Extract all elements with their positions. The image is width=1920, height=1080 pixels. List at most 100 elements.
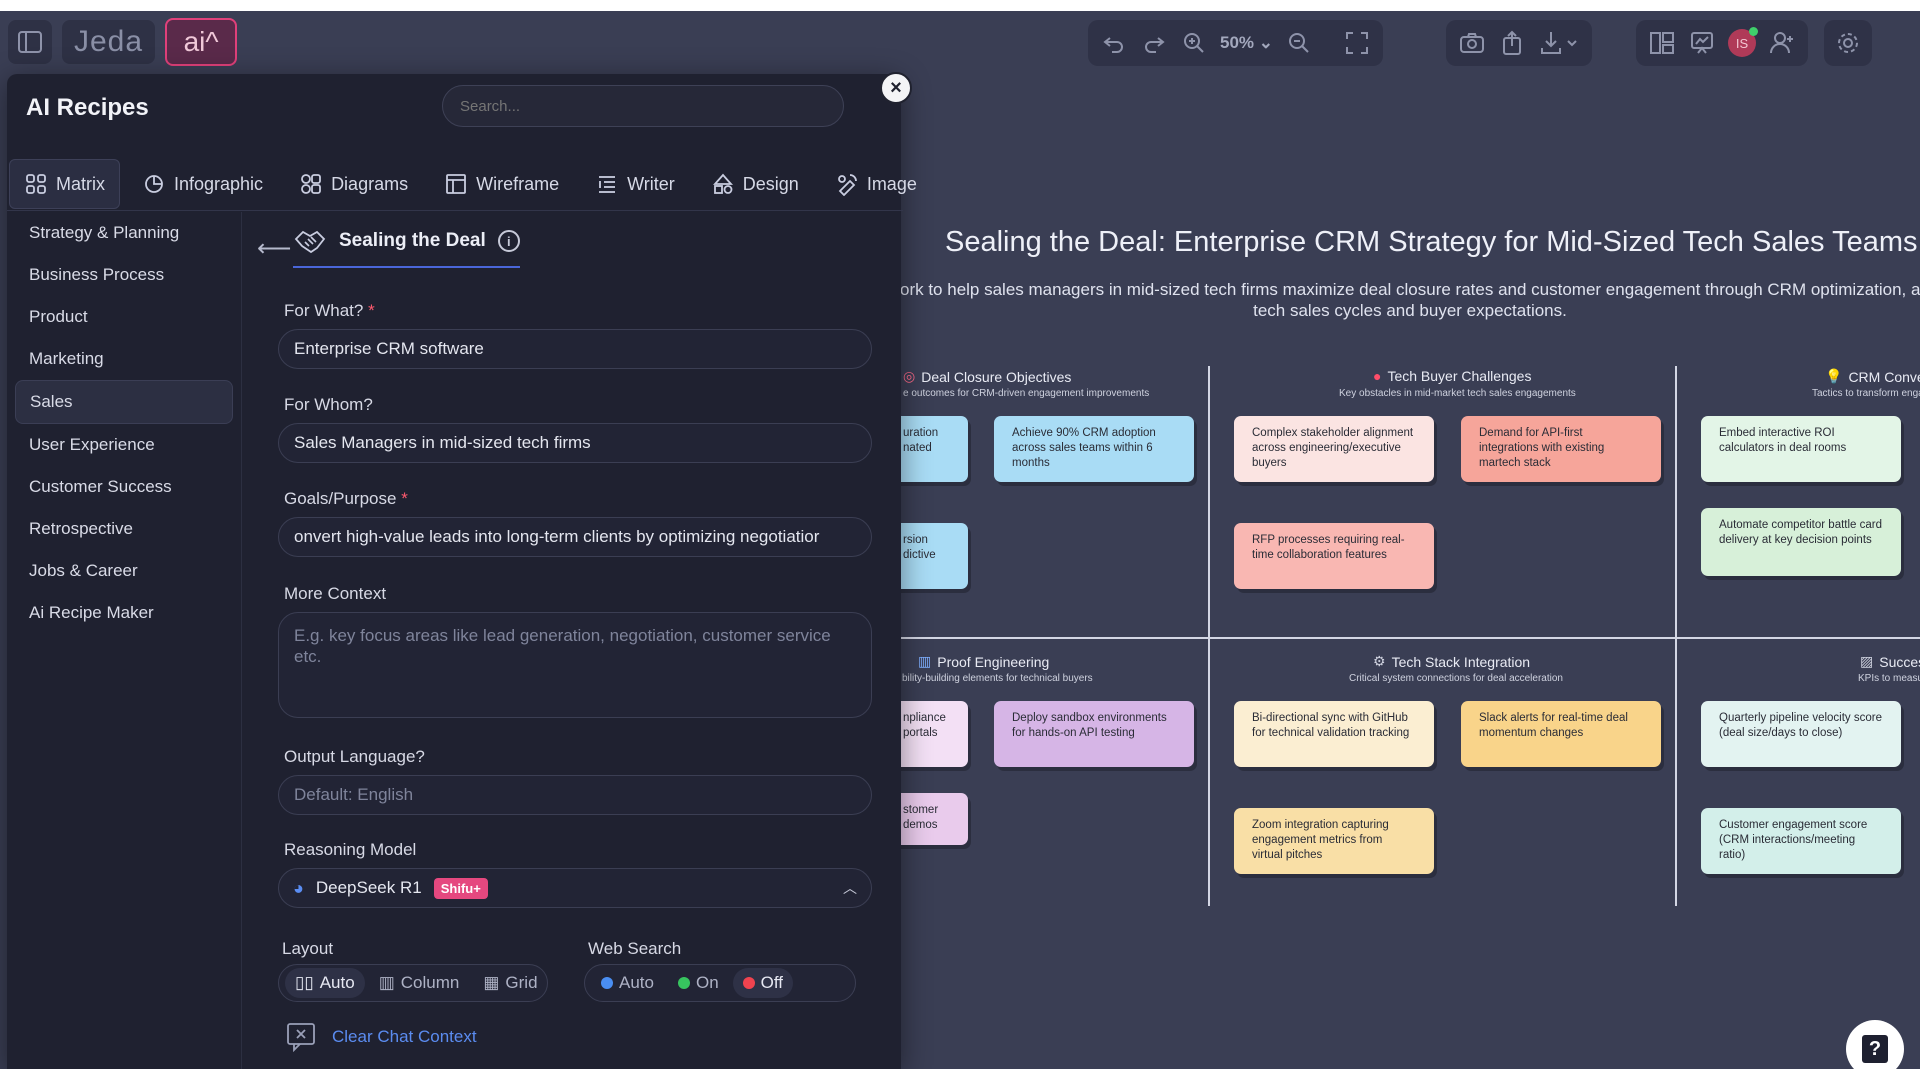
more-context-textarea[interactable]: E.g. key focus areas like lead generatio… [278, 612, 872, 718]
share-icon [1503, 30, 1521, 55]
help-button[interactable]: ? [1846, 1020, 1904, 1069]
matrix-divider-vertical-1 [1208, 366, 1210, 906]
required-asterisk: * [368, 301, 375, 320]
category-product[interactable]: Product [15, 296, 233, 338]
redo-button[interactable] [1136, 25, 1172, 61]
help-icon: ? [1862, 1035, 1888, 1063]
zoom-out-button[interactable] [1281, 25, 1317, 61]
web-search-label: Web Search [588, 939, 682, 958]
ai-menu-button[interactable]: ai^ [165, 18, 238, 66]
layout-auto-option[interactable]: ▯▯ Auto [285, 968, 365, 998]
design-icon [712, 173, 733, 194]
matrix-icon [26, 174, 46, 194]
zoom-in-icon [1184, 33, 1204, 53]
app-logo[interactable]: Jeda [62, 20, 156, 64]
add-user-icon [1770, 32, 1793, 54]
for-whom-input[interactable]: Sales Managers in mid-sized tech firms [278, 423, 872, 463]
layout-column-option[interactable]: ▥ Column [369, 968, 470, 998]
layout-grid-option[interactable]: ▦ Grid [473, 968, 547, 998]
ai-menu-label: ai^ [183, 26, 219, 57]
matrix-divider-vertical-2 [1675, 366, 1677, 906]
category-sidebar: Strategy & Planning Business Process Pro… [7, 212, 241, 634]
sticky-note[interactable]: Achieve 90% CRM adoption across sales te… [994, 416, 1194, 482]
sticky-note[interactable]: Customer engagement score (CRM interacti… [1701, 808, 1901, 874]
category-user-experience[interactable]: User Experience [15, 424, 233, 466]
section-title-buyer-challenges: ● Tech Buyer Challenges [1373, 368, 1532, 384]
app-window: Jeda ai^ 50% ⌄ IS Sealing the Deal: Ente… [0, 11, 1920, 1069]
share-button[interactable] [1494, 25, 1530, 61]
goals-input[interactable]: onvert high-value leads into long-term c… [278, 517, 872, 557]
web-search-auto-option[interactable]: Auto [591, 968, 664, 998]
sticky-note[interactable]: Bi-directional sync with GitHub for tech… [1234, 701, 1434, 767]
zoom-level-dropdown[interactable]: 50% ⌄ [1216, 33, 1277, 53]
sticky-note[interactable]: Embed interactive ROI calculators in dea… [1701, 416, 1901, 482]
undo-icon [1103, 37, 1123, 53]
recipe-search-input[interactable] [442, 85, 844, 127]
web-search-off-option[interactable]: Off [732, 968, 794, 998]
canvas-subtitle-line-2: tech sales cycles and buyer expectations… [1253, 301, 1567, 320]
more-context-label: More Context [284, 584, 387, 603]
undo-button[interactable] [1096, 25, 1132, 61]
close-panel-button[interactable]: × [880, 72, 912, 104]
clear-chat-context-button[interactable]: Clear Chat Context [286, 1022, 477, 1052]
sticky-note[interactable]: Complex stakeholder alignment across eng… [1234, 416, 1434, 482]
sticky-note[interactable]: Zoom integration capturing engagement me… [1234, 808, 1434, 874]
category-business-process[interactable]: Business Process [15, 254, 233, 296]
sticky-note[interactable]: Quarterly pipeline velocity score (deal … [1701, 701, 1901, 767]
category-sales[interactable]: Sales [15, 380, 233, 424]
canvas-subtitle-line-1: ork to help sales managers in mid-sized … [900, 280, 1920, 299]
clear-chat-label: Clear Chat Context [332, 1027, 477, 1046]
section-subtitle-proof-engineering: bility-building elements for technical b… [902, 673, 1093, 684]
sticky-note[interactable]: Deploy sandbox environments for hands-on… [994, 701, 1194, 767]
camera-icon [1460, 33, 1484, 53]
output-language-input[interactable]: Default: English [278, 775, 872, 815]
diagrams-icon [301, 174, 321, 194]
model-badge: Shifu+ [433, 877, 488, 899]
tab-matrix[interactable]: Matrix [9, 159, 120, 209]
tab-writer[interactable]: Writer [581, 160, 689, 208]
writer-icon [599, 176, 616, 193]
tab-infographic[interactable]: Infographic [128, 160, 277, 208]
sticky-note[interactable]: Demand for API-first integrations with e… [1461, 416, 1661, 482]
tab-label: Wireframe [476, 173, 560, 194]
info-icon[interactable]: i [497, 230, 520, 252]
category-marketing[interactable]: Marketing [15, 338, 233, 380]
tab-wireframe[interactable]: Wireframe [430, 160, 573, 208]
reasoning-model-select[interactable]: ◕ DeepSeek R1 Shifu+ ︿ [278, 868, 872, 908]
presentation-icon [1691, 32, 1713, 54]
for-what-input[interactable]: Enterprise CRM software [278, 329, 872, 369]
canvas-subtitle: ork to help sales managers in mid-sized … [900, 279, 1920, 321]
add-user-button[interactable] [1764, 25, 1800, 61]
sticky-note[interactable]: Automate competitor battle card delivery… [1701, 508, 1901, 576]
layout-panel-button[interactable] [1644, 25, 1680, 61]
tab-design[interactable]: Design [697, 160, 813, 208]
back-button[interactable]: ⟵ [257, 234, 291, 263]
category-retrospective[interactable]: Retrospective [15, 508, 233, 550]
lightbulb-icon: 💡 [1825, 368, 1843, 384]
web-search-selector: Auto On Off [584, 964, 856, 1002]
category-jobs-career[interactable]: Jobs & Career [15, 550, 233, 592]
web-search-on-option[interactable]: On [668, 968, 729, 998]
user-avatar[interactable]: IS [1724, 25, 1760, 61]
category-strategy-planning[interactable]: Strategy & Planning [15, 212, 233, 254]
ai-recipes-panel: AI Recipes × Matrix Infographic Diagrams… [7, 72, 917, 1069]
section-title-tech-stack: ⚙ Tech Stack Integration [1373, 653, 1531, 670]
category-customer-success[interactable]: Customer Success [15, 466, 233, 508]
sidebar-toggle-button[interactable] [8, 20, 52, 64]
red-dot-icon [742, 977, 755, 989]
download-icon [1541, 32, 1577, 54]
fit-screen-button[interactable] [1339, 25, 1375, 61]
tab-image[interactable]: Image [821, 160, 931, 208]
category-ai-recipe-maker[interactable]: Ai Recipe Maker [15, 592, 233, 634]
tab-diagrams[interactable]: Diagrams [285, 160, 422, 208]
sticky-note[interactable]: Slack alerts for real-time deal momentum… [1461, 701, 1661, 767]
zoom-in-button[interactable] [1176, 25, 1212, 61]
sticky-note[interactable]: RFP processes requiring real-time collab… [1234, 523, 1434, 589]
presentation-button[interactable] [1684, 25, 1720, 61]
screenshot-button[interactable] [1454, 25, 1490, 61]
fit-screen-icon [1346, 32, 1369, 54]
export-toolbar [1446, 20, 1592, 66]
output-language-label: Output Language? [284, 747, 425, 766]
download-button[interactable] [1534, 25, 1584, 61]
settings-button[interactable] [1830, 25, 1866, 61]
